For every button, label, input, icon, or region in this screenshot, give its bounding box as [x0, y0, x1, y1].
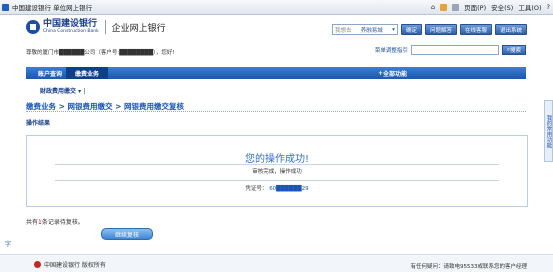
divider [55, 164, 499, 165]
divider [55, 180, 499, 181]
search-button-label: 搜索 [509, 48, 521, 54]
subnav-item-fiscal-fee[interactable]: 财政费用缴交 [40, 88, 76, 95]
home-icon[interactable]: ⌂ [431, 3, 435, 11]
voucher-label: 凭证号： [245, 186, 268, 192]
result-panel: 您的操作成功! 审核完成，操作成功 凭证号： 60██████29 [26, 135, 528, 207]
favorite-functions-tab[interactable]: 我的常用功能 [544, 100, 553, 162]
help-icon[interactable]: ? [547, 3, 550, 11]
user-info-row: 尊敬的厦门市██████公司（客户号:████████），您好! 菜单调整指引 … [26, 45, 526, 58]
print-icon[interactable] [452, 3, 460, 11]
success-title: 您的操作成功! [244, 154, 309, 165]
online-service-button[interactable]: 在线客服 [459, 24, 492, 35]
tools-menu[interactable]: 工具(O) [518, 2, 541, 12]
bank-mark-icon [34, 261, 41, 268]
pending-suffix: 条记录待复核。 [41, 219, 84, 226]
menu-search-input[interactable] [410, 45, 499, 55]
help-faq-button[interactable]: 问题解答 [424, 24, 457, 35]
main-nav: 账户查询 缴费业务 + 全部功能 [26, 67, 526, 79]
quick-nav-placeholder: 我想去 [334, 27, 352, 34]
portal-title: 企业网上银行 [111, 23, 166, 34]
nav-item-payment[interactable]: 缴费业务 [66, 67, 109, 79]
bank-logo-icon [26, 20, 40, 34]
browser-tab[interactable]: 中国建设银行 单位网上银行 [2, 2, 92, 12]
browser-toolbar: ⌂ 页面(P) 安全(S) 工具(O) ? [431, 2, 550, 12]
footer-logo: 中国建设银行 版权所有 [34, 260, 106, 269]
logo-divider [104, 20, 106, 34]
favicon-icon [2, 3, 9, 11]
footer-copyright: 中国建设银行 版权所有 [44, 262, 106, 269]
quick-nav-value: 养融易城 [360, 27, 383, 34]
confirm-button[interactable]: 确定 [400, 24, 422, 35]
safety-menu[interactable]: 安全(S) [491, 2, 513, 12]
all-functions-label: 全部功能 [383, 70, 408, 78]
tab-title: 中国建设银行 单位网上银行 [12, 4, 93, 12]
browser-tab-bar: 中国建设银行 单位网上银行 ⌂ 页面(P) 安全(S) 工具(O) ? [0, 0, 553, 15]
logo-en: China Construction Bank [43, 29, 99, 34]
quick-nav-select[interactable]: 我想去 养融易城 ▾ [331, 24, 398, 35]
pending-records-note: 共有1条记录待复核。 [26, 217, 84, 226]
breadcrumb: 缴费业务 > 网银费用缴交 > 网银费用缴交复核 [26, 101, 526, 112]
search-button[interactable]: ⌕ 搜索 [501, 45, 526, 55]
nav-item-account-query[interactable]: 账户查询 [38, 67, 62, 79]
pending-prefix: 共有 [26, 219, 39, 226]
header-actions: 我想去 养融易城 ▾ 确定 问题解答 在线客服 退出系统 [331, 24, 527, 35]
logo-cn: 中国建设银行 [43, 19, 98, 29]
voucher-row: 凭证号： 60██████29 [27, 184, 527, 192]
footer-contact: 有任何疑问：请致电95533或联系您的客户经理 [410, 264, 528, 270]
subnav-separator: | [83, 88, 86, 95]
continue-review-button[interactable]: 继续复核 [101, 228, 153, 240]
sub-nav: 财政费用缴交 ▾ | [26, 86, 526, 96]
feed-icon[interactable] [440, 3, 448, 11]
success-message: 审核完成，操作成功 [252, 169, 302, 175]
greeting-text: 尊敬的厦门市██████公司（客户号:████████），您好! [26, 50, 175, 56]
chevron-down-icon: ▾ [78, 88, 82, 95]
exit-system-button[interactable]: 退出系统 [494, 24, 527, 35]
chevron-down-icon: ▾ [392, 26, 395, 33]
bank-logo: 中国建设银行 China Construction Bank 企业网上银行 [26, 20, 166, 34]
ime-mark: 字 [5, 241, 12, 248]
page-menu[interactable]: 页面(P) [464, 2, 486, 12]
voucher-value: 60██████29 [269, 186, 309, 192]
menu-guide-link[interactable]: 菜单调整指引 [375, 46, 408, 54]
nav-all-functions[interactable]: + 全部功能 [378, 67, 407, 79]
section-title: 操作结果 [26, 120, 51, 127]
